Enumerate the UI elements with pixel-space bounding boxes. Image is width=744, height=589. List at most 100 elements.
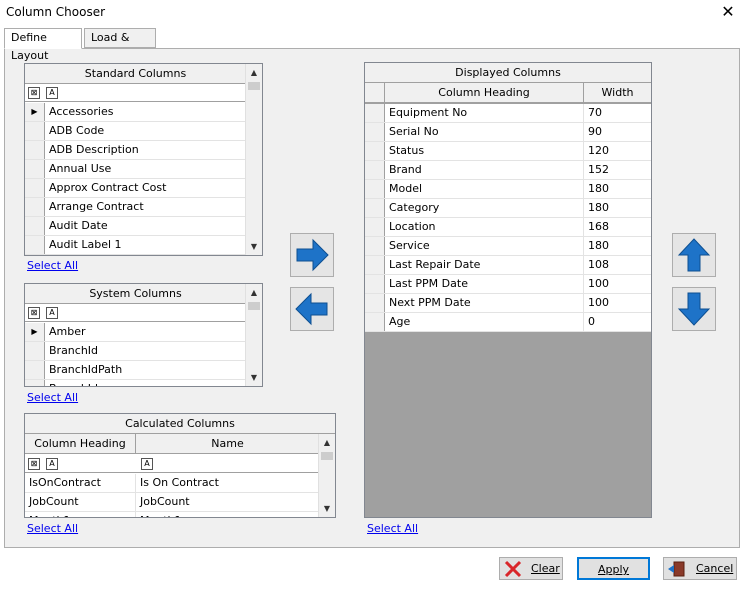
table-row[interactable]: Model 180 xyxy=(365,180,651,199)
close-icon[interactable]: ✕ xyxy=(718,2,738,22)
table-row[interactable]: ADB Code xyxy=(25,122,246,141)
table-row[interactable]: ADB Description xyxy=(25,141,246,160)
table-row[interactable]: Approx Contract Cost xyxy=(25,179,246,198)
table-row[interactable]: Category 180 xyxy=(365,199,651,218)
title-bar xyxy=(0,0,744,26)
displayed-width-header[interactable]: Width xyxy=(584,83,651,103)
calculated-scrollbar[interactable]: ▲ ▼ xyxy=(318,434,335,517)
table-row[interactable]: Location 168 xyxy=(365,218,651,237)
filter-text-icon[interactable]: A xyxy=(46,307,58,319)
cancel-button[interactable]: Cancel xyxy=(663,557,737,580)
table-row[interactable]: Annual Use xyxy=(25,160,246,179)
apply-button[interactable]: Apply xyxy=(577,557,650,580)
standard-select-all-link[interactable]: Select All xyxy=(27,259,78,272)
move-up-button[interactable] xyxy=(672,233,716,277)
table-row[interactable]: Next PPM Date 100 xyxy=(365,294,651,313)
row-header[interactable] xyxy=(25,217,45,235)
calc-name-header[interactable]: Name xyxy=(136,434,319,454)
row-header[interactable] xyxy=(25,236,45,254)
displayed-col-heading-header[interactable]: Column Heading xyxy=(385,83,584,103)
row-header[interactable] xyxy=(25,141,45,159)
filter-clear-icon[interactable]: ⊠ xyxy=(28,87,40,99)
scroll-down-icon[interactable]: ▼ xyxy=(246,369,262,386)
table-row[interactable]: Last PPM Date 100 xyxy=(365,275,651,294)
row-header[interactable] xyxy=(365,180,385,198)
clear-button[interactable]: Clear xyxy=(499,557,563,580)
table-row[interactable]: Last Repair Date 108 xyxy=(365,256,651,275)
add-column-button[interactable] xyxy=(290,233,334,277)
move-down-button[interactable] xyxy=(672,287,716,331)
table-row[interactable]: BranchIdPath xyxy=(25,361,246,380)
row-header[interactable] xyxy=(365,275,385,293)
table-cell: Location xyxy=(385,218,584,236)
table-row[interactable]: IsOnContract Is On Contract xyxy=(25,474,319,493)
row-header[interactable] xyxy=(25,160,45,178)
table-cell: 100 xyxy=(588,296,609,309)
table-row[interactable]: Brand 152 xyxy=(365,161,651,180)
row-header[interactable] xyxy=(25,179,45,197)
calc-col-heading-header[interactable]: Column Heading xyxy=(25,434,136,454)
row-header[interactable] xyxy=(365,123,385,141)
tab-define-layout[interactable]: Define Layout xyxy=(4,28,82,62)
current-row-pointer-icon[interactable]: ▶ xyxy=(25,103,45,121)
scroll-up-icon[interactable]: ▲ xyxy=(246,64,262,81)
row-header[interactable] xyxy=(25,342,45,360)
table-cell: BranchId xyxy=(49,344,99,357)
row-header[interactable] xyxy=(365,104,385,122)
row-header[interactable] xyxy=(365,218,385,236)
table-cell: Is On Contract xyxy=(140,476,219,489)
scroll-up-icon[interactable]: ▲ xyxy=(319,434,335,451)
filter-text-icon[interactable]: A xyxy=(46,458,58,470)
displayed-select-all-link[interactable]: Select All xyxy=(367,522,418,535)
table-row[interactable]: Age 0 xyxy=(365,313,651,332)
table-row[interactable]: Status 120 xyxy=(365,142,651,161)
table-cell: Audit Date xyxy=(49,219,108,232)
row-header[interactable] xyxy=(365,142,385,160)
row-header[interactable] xyxy=(365,256,385,274)
table-row[interactable]: BranchId xyxy=(25,342,246,361)
row-header[interactable] xyxy=(25,122,45,140)
scroll-down-icon[interactable]: ▼ xyxy=(246,238,262,255)
row-header[interactable] xyxy=(25,380,45,386)
table-row[interactable]: JobCount JobCount xyxy=(25,493,319,512)
table-row[interactable]: BranchId... xyxy=(25,380,246,386)
table-cell: Approx Contract Cost xyxy=(49,181,167,194)
table-cell: Month1... xyxy=(25,512,136,517)
row-header[interactable] xyxy=(365,199,385,217)
clear-x-icon xyxy=(504,560,522,578)
table-row[interactable]: Month1...Month1... xyxy=(25,512,319,517)
table-row[interactable]: ▶ Amber xyxy=(25,323,246,342)
row-header[interactable] xyxy=(365,294,385,312)
table-row[interactable]: Serial No 90 xyxy=(365,123,651,142)
tab-load-save[interactable]: Load & Save xyxy=(84,28,156,62)
filter-text-icon[interactable]: A xyxy=(46,87,58,99)
row-header[interactable] xyxy=(25,361,45,379)
scroll-thumb[interactable] xyxy=(248,302,260,310)
scroll-thumb[interactable] xyxy=(321,452,333,460)
filter-text-icon[interactable]: A xyxy=(141,458,153,470)
table-cell: IsOnContract xyxy=(25,474,136,492)
row-header[interactable] xyxy=(365,237,385,255)
table-row[interactable]: Arrange Contract xyxy=(25,198,246,217)
scroll-thumb[interactable] xyxy=(248,82,260,90)
remove-column-button[interactable] xyxy=(290,287,334,331)
row-header[interactable] xyxy=(365,161,385,179)
standard-scrollbar[interactable]: ▲ ▼ xyxy=(245,64,262,255)
system-select-all-link[interactable]: Select All xyxy=(27,391,78,404)
table-row[interactable]: ▶ Accessories xyxy=(25,103,246,122)
table-cell: 180 xyxy=(588,201,609,214)
filter-clear-icon[interactable]: ⊠ xyxy=(28,307,40,319)
scroll-down-icon[interactable]: ▼ xyxy=(319,500,335,517)
system-scrollbar[interactable]: ▲ ▼ xyxy=(245,284,262,386)
row-header[interactable] xyxy=(365,313,385,331)
current-row-pointer-icon[interactable]: ▶ xyxy=(25,323,45,341)
scroll-up-icon[interactable]: ▲ xyxy=(246,284,262,301)
table-row[interactable]: Service 180 xyxy=(365,237,651,256)
table-cell: Month1... xyxy=(136,512,319,517)
table-row[interactable]: Audit Label 1 xyxy=(25,236,246,255)
calculated-select-all-link[interactable]: Select All xyxy=(27,522,78,535)
table-row[interactable]: Audit Date xyxy=(25,217,246,236)
filter-clear-icon[interactable]: ⊠ xyxy=(28,458,40,470)
row-header[interactable] xyxy=(25,198,45,216)
table-row[interactable]: Equipment No 70 xyxy=(365,104,651,123)
